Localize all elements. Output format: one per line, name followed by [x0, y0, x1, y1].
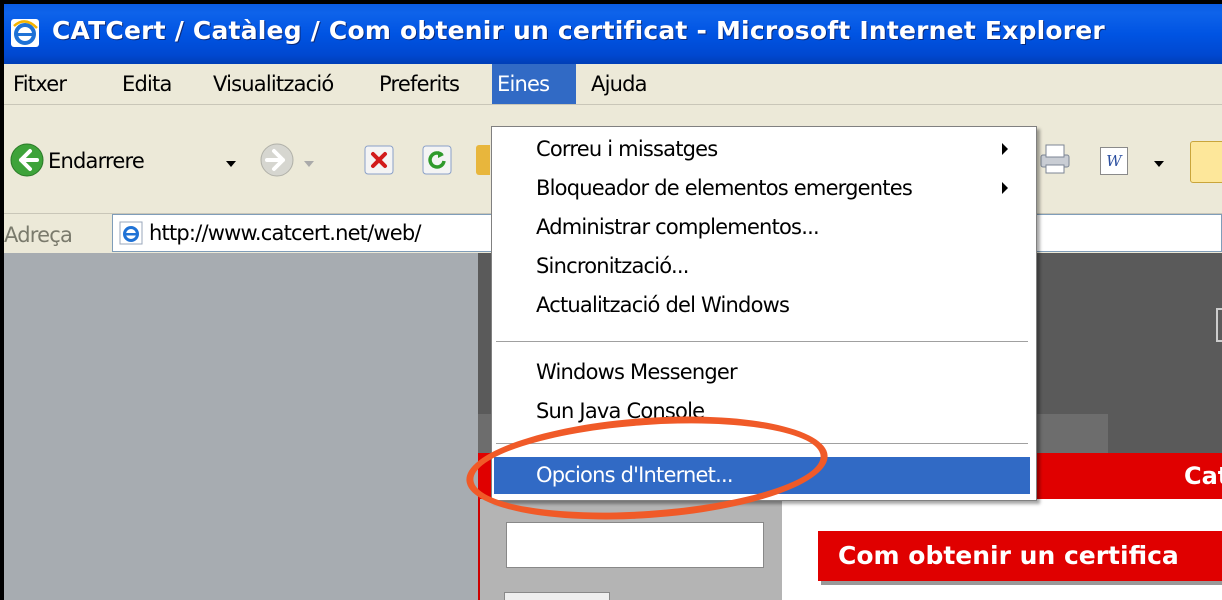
menu-separator: [496, 443, 1028, 445]
address-url[interactable]: http://www.catcert.net/web/: [149, 221, 422, 245]
stop-icon[interactable]: [364, 145, 394, 175]
address-label: Adreça: [4, 223, 73, 247]
menu-item-label: Opcions d'Internet...: [536, 463, 734, 487]
tools-menu-dropdown: Correu i missatges Bloqueador de element…: [491, 126, 1037, 501]
menu-separator: [496, 341, 1028, 343]
messenger-icon[interactable]: [1190, 141, 1222, 183]
refresh-icon[interactable]: [422, 145, 452, 175]
menu-item-label: Bloqueador de elementos emergentes: [536, 176, 913, 200]
menu-fitxer[interactable]: Fitxer: [8, 64, 71, 104]
site-search-button[interactable]: [504, 592, 610, 600]
submenu-arrow-icon: [1002, 143, 1008, 155]
menu-item-label: Sincronització...: [536, 254, 689, 278]
page-icon: [119, 221, 143, 245]
menu-item-windows-update[interactable]: Actualització del Windows: [494, 287, 1030, 324]
menu-preferits[interactable]: Preferits: [374, 64, 464, 104]
back-arrow-icon[interactable]: [10, 143, 44, 177]
browser-window: CATCert / Catàleg / Com obtenir un certi…: [0, 0, 1222, 600]
menu-eines[interactable]: Eines: [492, 64, 576, 104]
menu-item-java-console[interactable]: Sun Java Console: [494, 393, 1030, 430]
menu-edita[interactable]: Edita: [117, 64, 177, 104]
menu-item-correu[interactable]: Correu i missatges: [494, 131, 1030, 168]
edit-dropdown-icon[interactable]: [1154, 161, 1164, 167]
header-logo-icon: [1216, 308, 1222, 342]
page-heading: Com obtenir un certifica: [838, 541, 1179, 570]
title-bar: CATCert / Catàleg / Com obtenir un certi…: [4, 4, 1222, 64]
menu-ajuda[interactable]: Ajuda: [586, 64, 652, 104]
home-icon[interactable]: [476, 145, 490, 175]
menu-item-bloqueador[interactable]: Bloqueador de elementos emergentes: [494, 170, 1030, 207]
menu-item-sincronitzacio[interactable]: Sincronització...: [494, 248, 1030, 285]
submenu-arrow-icon: [1002, 182, 1008, 194]
window-title: CATCert / Catàleg / Com obtenir un certi…: [52, 16, 1105, 45]
menu-item-opcions-internet[interactable]: Opcions d'Internet...: [494, 457, 1030, 494]
internet-explorer-icon: [11, 19, 39, 47]
word-edit-icon[interactable]: W: [1100, 147, 1128, 175]
menu-item-windows-messenger[interactable]: Windows Messenger: [494, 354, 1030, 391]
forward-arrow-icon[interactable]: [260, 143, 294, 177]
menu-item-label: Correu i missatges: [536, 137, 718, 161]
print-icon[interactable]: [1038, 143, 1072, 175]
site-search-input[interactable]: [506, 522, 764, 568]
page-left-area: [4, 253, 478, 600]
back-button-label[interactable]: Endarrere: [48, 149, 145, 173]
red-bar-text: Cat: [1184, 462, 1222, 490]
menu-bar: Fitxer Edita Visualització Preferits Ein…: [4, 64, 1222, 105]
menu-item-label: Sun Java Console: [536, 399, 705, 423]
forward-dropdown-icon[interactable]: [304, 161, 314, 167]
menu-item-label: Administrar complementos...: [536, 215, 820, 239]
menu-visualitzacio[interactable]: Visualització: [208, 64, 338, 104]
menu-item-label: Actualització del Windows: [536, 293, 790, 317]
menu-item-label: Windows Messenger: [536, 360, 738, 384]
menu-item-complementos[interactable]: Administrar complementos...: [494, 209, 1030, 246]
back-dropdown-icon[interactable]: [226, 161, 236, 167]
